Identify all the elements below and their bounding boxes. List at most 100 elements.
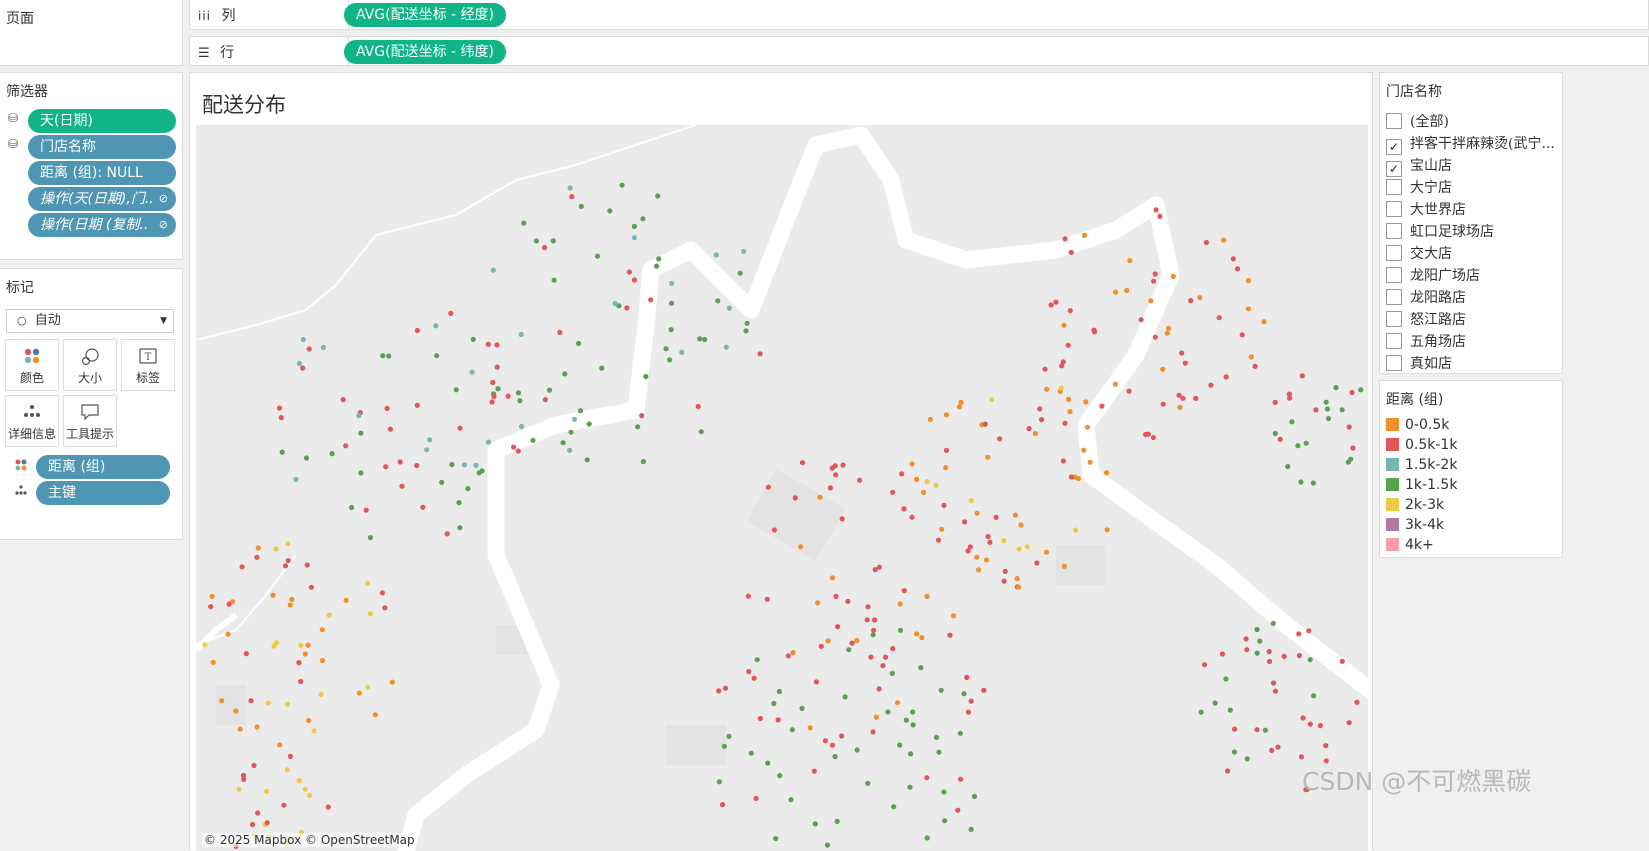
delivery-point[interactable] [967, 544, 974, 550]
store-filter-item[interactable]: 大宁店 [1386, 177, 1452, 199]
filter-pill-action-day[interactable]: 操作(天(日期),门.. ⊘ [28, 187, 176, 211]
delivery-point[interactable] [1339, 658, 1345, 665]
legend-item[interactable]: 0-0.5k [1386, 417, 1449, 437]
delivery-point[interactable] [326, 612, 332, 618]
delivery-point[interactable] [1266, 649, 1272, 655]
delivery-point[interactable] [825, 638, 831, 644]
delivery-point[interactable] [833, 593, 839, 599]
delivery-point[interactable] [285, 541, 291, 547]
delivery-point[interactable] [1060, 359, 1066, 365]
delivery-point[interactable] [325, 804, 331, 810]
delivery-point[interactable] [741, 248, 747, 255]
delivery-point[interactable] [1016, 584, 1022, 590]
delivery-point[interactable] [296, 360, 302, 367]
legend-item[interactable]: 4k+ [1386, 537, 1434, 557]
delivery-point[interactable] [1232, 726, 1238, 732]
delivery-point[interactable] [746, 669, 752, 675]
delivery-point[interactable] [1026, 426, 1032, 432]
delivery-point[interactable] [635, 424, 641, 430]
delivery-point[interactable] [695, 403, 701, 410]
delivery-point[interactable] [947, 632, 953, 638]
delivery-point[interactable] [648, 297, 654, 303]
delivery-point[interactable] [890, 489, 896, 495]
delivery-point[interactable] [909, 461, 915, 467]
delivery-point[interactable] [771, 700, 777, 707]
delivery-point[interactable] [639, 413, 645, 419]
delivery-point[interactable] [1248, 354, 1254, 360]
delivery-point[interactable] [891, 804, 897, 810]
delivery-point[interactable] [1104, 470, 1110, 476]
delivery-point[interactable] [976, 567, 982, 573]
delivery-point[interactable] [457, 525, 463, 531]
store-filter-item[interactable]: 大世界店 [1386, 199, 1466, 221]
delivery-point[interactable] [557, 329, 563, 335]
delivery-point[interactable] [303, 455, 310, 461]
delivery-point[interactable] [829, 742, 836, 748]
delivery-point[interactable] [379, 590, 385, 596]
delivery-point[interactable] [964, 674, 970, 681]
delivery-point[interactable] [427, 437, 433, 443]
delivery-point[interactable] [1197, 295, 1203, 301]
delivery-point[interactable] [273, 546, 279, 552]
delivery-point[interactable] [380, 353, 386, 359]
delivery-point[interactable] [251, 762, 257, 769]
delivery-point[interactable] [414, 327, 420, 334]
delivery-point[interactable] [1333, 385, 1339, 391]
delivery-point[interactable] [306, 717, 312, 724]
delivery-point[interactable] [1198, 709, 1204, 715]
delivery-point[interactable] [1164, 330, 1170, 336]
delivery-point[interactable] [927, 416, 934, 423]
delivery-point[interactable] [1179, 350, 1185, 356]
delivery-point[interactable] [968, 826, 974, 833]
delivery-point[interactable] [1113, 289, 1119, 295]
columns-pill-longitude[interactable]: AVG(配送坐标 - 经度) [344, 3, 506, 27]
delivery-point[interactable] [1303, 440, 1309, 446]
delivery-point[interactable] [439, 479, 445, 485]
delivery-point[interactable] [289, 596, 295, 603]
delivery-point[interactable] [722, 685, 729, 691]
delivery-point[interactable] [883, 654, 889, 660]
delivery-point[interactable] [1151, 278, 1157, 284]
delivery-point[interactable] [1145, 431, 1151, 437]
delivery-point[interactable] [367, 535, 374, 541]
marks-tooltip-button[interactable]: 工具提示 [63, 395, 117, 447]
delivery-point[interactable] [1001, 538, 1007, 544]
delivery-point[interactable] [270, 592, 276, 598]
delivery-point[interactable] [626, 269, 632, 275]
delivery-point[interactable] [1306, 628, 1312, 634]
delivery-point[interactable] [982, 421, 988, 427]
marks-field-primary-key[interactable]: 主键 [36, 481, 170, 505]
filter-pill-action-date-copy[interactable]: 操作(日期 (复制.. ⊘ [28, 213, 176, 237]
delivery-point[interactable] [668, 300, 675, 306]
delivery-point[interactable] [941, 789, 947, 795]
delivery-point[interactable] [924, 593, 930, 599]
delivery-point[interactable] [1270, 620, 1276, 626]
delivery-point[interactable] [842, 694, 848, 700]
delivery-point[interactable] [1231, 749, 1237, 755]
delivery-point[interactable] [311, 728, 317, 734]
delivery-point[interactable] [296, 660, 302, 666]
delivery-point[interactable] [984, 557, 990, 563]
delivery-point[interactable] [562, 371, 568, 377]
delivery-point[interactable] [941, 502, 947, 508]
delivery-point[interactable] [872, 567, 878, 573]
delivery-point[interactable] [901, 588, 907, 594]
delivery-point[interactable] [343, 443, 349, 449]
delivery-point[interactable] [1208, 382, 1214, 388]
delivery-point[interactable] [764, 596, 770, 602]
legend-item[interactable]: 3k-4k [1386, 517, 1444, 537]
delivery-point[interactable] [1324, 406, 1330, 412]
delivery-point[interactable] [631, 235, 637, 241]
delivery-point[interactable] [1299, 373, 1305, 379]
delivery-point[interactable] [420, 504, 426, 510]
delivery-point[interactable] [872, 617, 878, 623]
delivery-point[interactable] [515, 448, 521, 454]
delivery-point[interactable] [1285, 463, 1291, 470]
delivery-point[interactable] [515, 390, 522, 396]
delivery-point[interactable] [578, 203, 584, 209]
delivery-point[interactable] [551, 277, 557, 283]
delivery-point[interactable] [865, 604, 871, 610]
delivery-point[interactable] [389, 679, 395, 685]
delivery-point[interactable] [282, 563, 289, 569]
delivery-point[interactable] [890, 646, 896, 652]
